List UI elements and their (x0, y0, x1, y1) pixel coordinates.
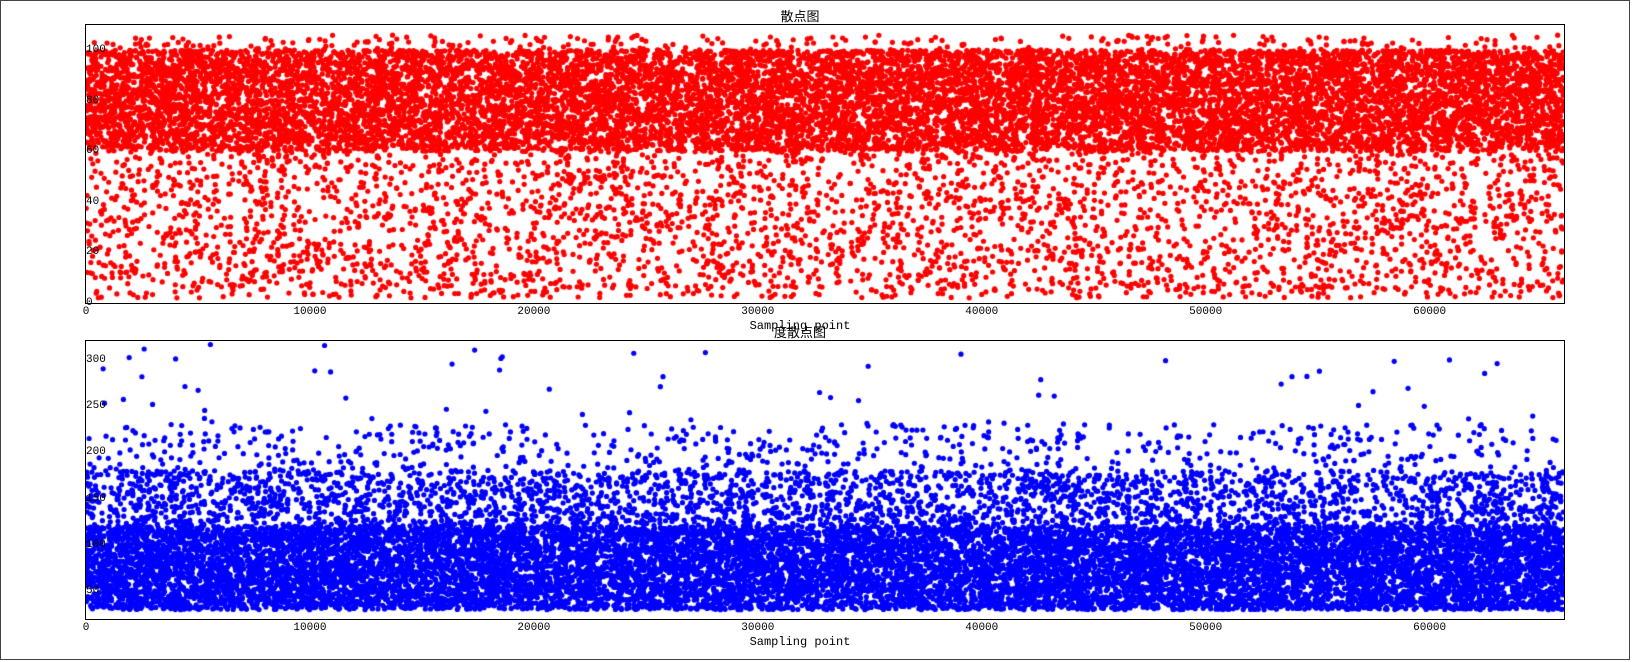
x-axis-label-2: Sampling point (30, 635, 1570, 649)
subplot-top: 散点图 010000200003000040000500006000002040… (30, 24, 1570, 344)
chart-title-2: 度散点图 (30, 322, 1570, 341)
subplot-bottom: 度散点图 01000020000300004000050000600005010… (30, 340, 1570, 660)
plot-area-1: 0100002000030000400005000060000020406080… (85, 24, 1565, 304)
x-tick: 20000 (517, 622, 550, 634)
y-tick: 20 (86, 246, 92, 258)
x-tick: 30000 (741, 622, 774, 634)
y-tick: 250 (86, 400, 92, 412)
x-tick: 50000 (1189, 622, 1222, 634)
x-tick: 50000 (1189, 306, 1222, 318)
chart-title-1: 散点图 (30, 6, 1570, 25)
y-tick: 100 (86, 539, 92, 551)
y-tick: 300 (86, 354, 92, 366)
y-tick: 80 (86, 95, 92, 107)
y-tick: 100 (86, 44, 92, 56)
y-tick: 50 (86, 585, 92, 597)
y-tick: 0 (86, 297, 92, 309)
x-tick: 0 (83, 622, 90, 634)
plot-area-2: 0100002000030000400005000060000501001502… (85, 340, 1565, 620)
x-tick: 40000 (965, 622, 998, 634)
x-tick: 10000 (293, 622, 326, 634)
x-tick: 20000 (517, 306, 550, 318)
scatter-canvas-2 (86, 341, 1564, 619)
scatter-canvas-1 (86, 25, 1564, 303)
x-tick: 60000 (1413, 306, 1446, 318)
y-tick: 60 (86, 145, 92, 157)
figure: 散点图 0 10000 20000 30000 40000 50000 60000 0 20 40… (0, 0, 1632, 662)
x-tick: 30000 (741, 306, 774, 318)
y-tick: 200 (86, 446, 92, 458)
y-tick: 150 (86, 493, 92, 505)
x-tick: 60000 (1413, 622, 1446, 634)
y-tick: 40 (86, 196, 92, 208)
x-tick: 40000 (965, 306, 998, 318)
x-tick: 10000 (293, 306, 326, 318)
